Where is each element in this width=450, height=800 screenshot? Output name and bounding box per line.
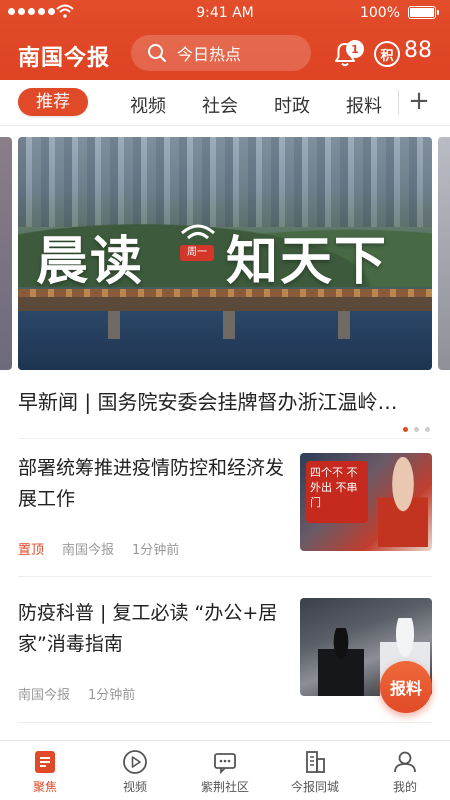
status-bar: 9:41 AM 100% [0,0,450,26]
banner-title-right: 知天下 [226,232,389,292]
nav-label: 我的 [392,780,417,794]
divider [18,576,432,577]
battery-icon [408,6,439,19]
article-title: 防疫科普 | 复工必读 “办公+居家”消毒指南 [18,602,278,655]
banner-image[interactable]: 晨读 周一 知天下 [18,137,432,370]
community-icon [214,753,236,775]
tab-report[interactable]: 报料 [346,92,382,118]
nav-label: 聚焦 [32,780,57,794]
article-meta: 南国今报 1分钟前 [18,684,135,703]
pinned-tag: 置顶 [18,543,45,558]
bottom-nav: 聚焦 视频 紫荆社区 今报同城 我的 [0,740,450,800]
carousel-prev-peek[interactable] [0,137,12,370]
nav-video[interactable]: 视频 [95,749,175,795]
tab-divider [398,90,399,114]
banner-title-left: 晨读 [36,232,145,292]
bridge-pillar [223,311,235,339]
bridge-pillar [108,311,120,339]
article-title: 部署统筹推进疫情防控和经济发展工作 [18,457,285,510]
divider [18,438,432,439]
banner-headline[interactable]: 早新闻 | 国务院安委会挂牌督办浙江温岭… [18,386,432,415]
divider [18,722,432,723]
article-time: 1分钟前 [132,543,180,558]
app-logo: 南国今报 [18,45,111,71]
carousel-dot [425,427,430,432]
thumbnail-sign: 四个不 不外出 不串门 [306,461,368,523]
thumbnail-person [378,457,428,547]
points-value[interactable]: 88 [404,38,432,63]
article-thumbnail: 四个不 不外出 不串门 [300,453,432,551]
nav-focus[interactable]: 聚焦 [5,749,85,795]
carousel-dot-active [403,427,408,432]
profile-icon [394,751,416,773]
banner-bridge [18,297,432,311]
search-icon [148,44,166,62]
nav-label: 紫荆社区 [200,780,249,794]
notification-badge: 1 [346,40,364,58]
bridge-pillar [338,311,350,339]
article-source: 南国今报 [62,543,115,558]
article-item[interactable]: 防疫科普 | 复工必读 “办公+居家”消毒指南 南国今报 1分钟前 [18,598,432,708]
points-icon[interactable]: 积 [374,41,400,67]
article-meta: 置顶 南国今报 1分钟前 [18,539,179,558]
nav-label: 视频 [122,780,147,794]
nav-city[interactable]: 今报同城 [275,749,355,795]
tab-recommend[interactable]: 推荐 [18,88,88,116]
nav-profile[interactable]: 我的 [365,749,445,795]
city-icon [306,751,325,773]
article-source: 南国今报 [18,688,71,703]
add-tab-button[interactable]: + [406,86,432,116]
article-time: 1分钟前 [88,688,136,703]
battery-percent: 100% [359,5,400,21]
focus-icon [35,751,55,773]
tab-society[interactable]: 社会 [202,92,238,118]
app-header: 9:41 AM 100% 南国今报 今日热点 1 积 88 [0,0,450,80]
tab-politics[interactable]: 时政 [274,92,310,118]
search-placeholder: 今日热点 [177,45,242,64]
tab-video[interactable]: 视频 [130,92,166,118]
broadcast-icon [181,224,215,240]
carousel-indicator [403,427,430,432]
search-bar[interactable]: 今日热点 [131,35,311,71]
thumbnail-person [318,628,364,696]
carousel-dot [414,427,419,432]
article-item[interactable]: 部署统筹推进疫情防控和经济发展工作 置顶 南国今报 1分钟前 四个不 不外出 不… [18,453,432,563]
report-fab-button[interactable]: 报料 [380,661,432,713]
banner-badge: 周一 [180,245,214,261]
nav-community[interactable]: 紫荆社区 [185,749,265,795]
carousel-next-peek[interactable] [438,137,450,370]
play-icon [123,750,147,774]
nav-label: 今报同城 [290,780,339,794]
category-tabs: 推荐 视频 社会 时政 报料 + [0,80,450,126]
